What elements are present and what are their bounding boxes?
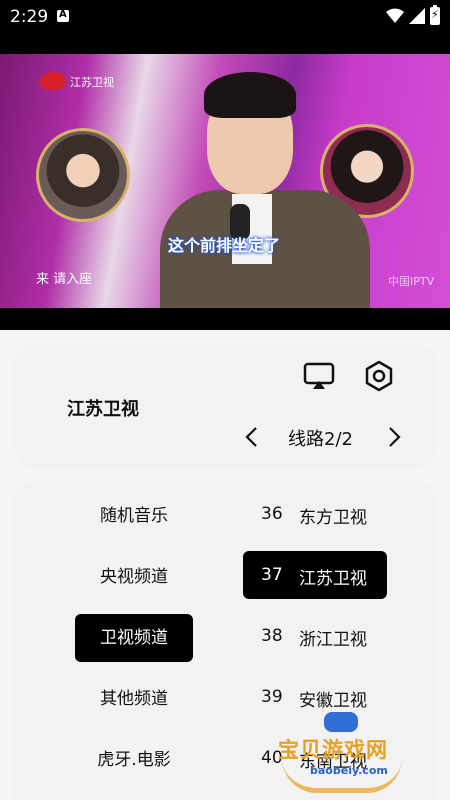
line-prev-chevron-icon[interactable] <box>242 425 262 449</box>
channel-number: 39 <box>261 687 283 707</box>
channel-number: 40 <box>261 748 283 768</box>
channel-logo-text: 江苏卫视 <box>70 76 114 89</box>
channel-number: 38 <box>261 626 283 646</box>
iptv-watermark: 中国IPTV <box>388 275 435 288</box>
category-item[interactable]: 卫视频道 <box>75 614 193 662</box>
video-player[interactable]: 江苏卫视 这个前排坐定了 来 请入座 中国IPTV <box>0 34 450 330</box>
category-item[interactable]: 央视频道 <box>75 553 193 601</box>
channel-number: 37 <box>261 565 283 585</box>
cast-icon[interactable] <box>302 359 336 393</box>
category-item[interactable]: 随机音乐 <box>75 492 193 540</box>
video-subtitle: 这个前排坐定了 <box>168 236 281 255</box>
guest-portrait-left <box>36 128 130 222</box>
channel-logo-icon <box>40 72 66 90</box>
battery-icon: ⚡ <box>430 5 440 25</box>
notification-a-icon: A <box>57 9 69 22</box>
channel-list-card: 随机音乐央视频道卫视频道其他频道虎牙.电影 36 东方卫视 37 江苏卫视 38 浙江卫视… <box>13 480 437 800</box>
channel-name: 江苏卫视 <box>299 569 367 589</box>
channel-item[interactable]: 39 安徽卫视 <box>243 673 387 721</box>
wifi-icon <box>386 8 404 23</box>
channel-item[interactable]: 36 东方卫视 <box>243 490 387 538</box>
channel-info-card: 江苏卫视 线路2/2 <box>13 343 437 468</box>
settings-hex-icon[interactable] <box>362 359 396 393</box>
line-next-chevron-icon[interactable] <box>384 425 404 449</box>
line-switch-label: 线路2/2 <box>288 429 353 450</box>
category-item[interactable]: 其他频道 <box>75 675 193 723</box>
channel-name: 东方卫视 <box>299 508 367 528</box>
status-time: 2:29 <box>10 7 49 27</box>
channel-item[interactable]: 38 浙江卫视 <box>243 612 387 660</box>
channel-name: 安徽卫视 <box>299 691 367 711</box>
video-caption: 来 请入座 <box>36 272 93 287</box>
channel-name: 浙江卫视 <box>299 630 367 650</box>
category-item[interactable]: 虎牙.电影 <box>75 736 193 784</box>
host-hair <box>204 72 296 118</box>
signal-icon <box>409 8 425 24</box>
channel-number: 36 <box>261 504 283 524</box>
channel-item[interactable]: 37 江苏卫视 <box>243 551 387 599</box>
current-channel-name: 江苏卫视 <box>67 399 139 420</box>
channel-name: 东南卫视 <box>299 752 367 772</box>
video-frame: 江苏卫视 这个前排坐定了 来 请入座 中国IPTV <box>0 54 450 308</box>
status-bar: 2:29 A ⚡ <box>0 0 450 34</box>
channel-item[interactable]: 40 东南卫视 <box>243 734 387 782</box>
